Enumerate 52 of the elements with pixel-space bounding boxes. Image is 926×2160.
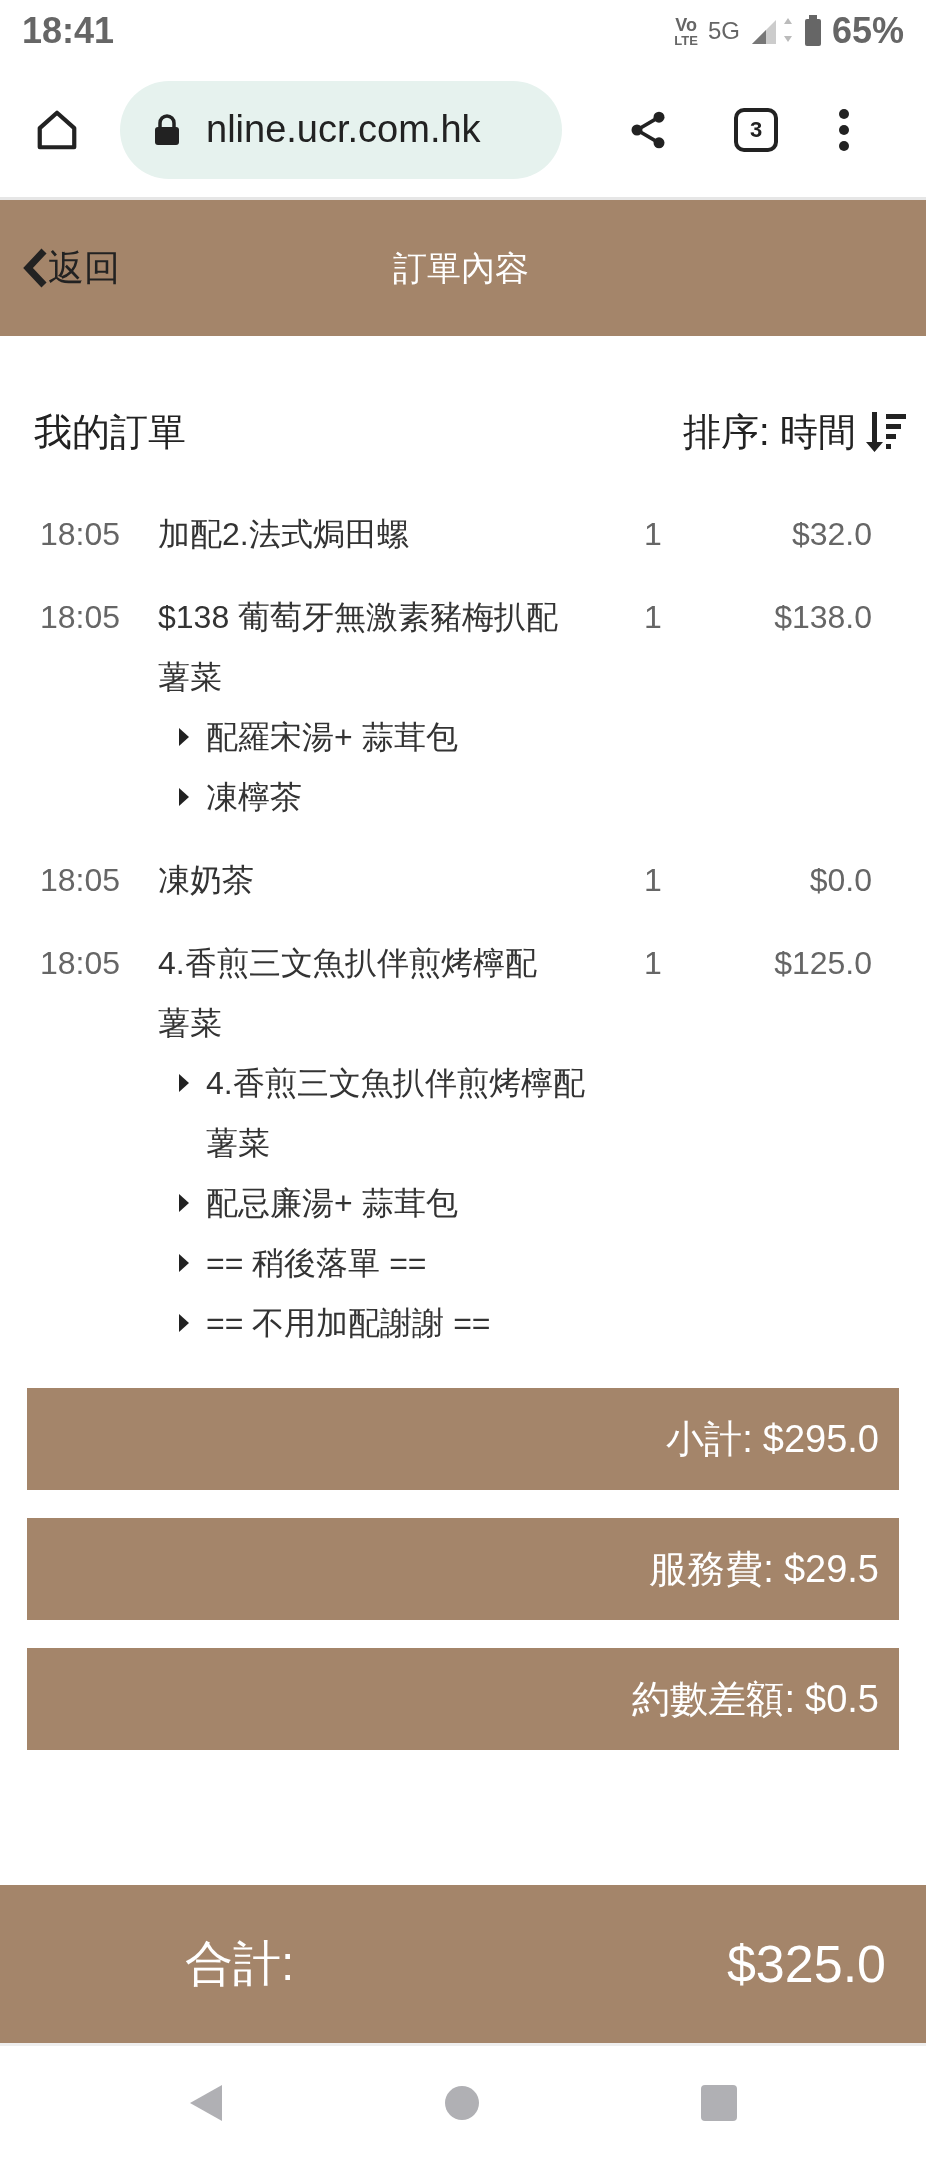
orders-heading: 我的訂單 xyxy=(34,409,186,455)
item-name: 加配2.法式焗田螺 xyxy=(158,515,410,554)
item-quantity: 1 xyxy=(643,598,663,637)
url-bar[interactable]: nline.ucr.com.hk xyxy=(120,80,562,179)
summary-label: 小計: xyxy=(666,1416,753,1462)
battery-percent: 65% xyxy=(831,9,904,53)
summary-label: 約數差額: xyxy=(632,1676,796,1722)
tab-count-button[interactable]: 3 xyxy=(734,107,778,152)
caret-right-icon xyxy=(178,727,190,747)
total-label: 合計: xyxy=(185,1936,295,1992)
item-option: 凍檸茶 xyxy=(206,767,302,827)
summary-label: 服務費: xyxy=(649,1546,774,1592)
order-time: 18:05 xyxy=(40,861,122,900)
summary-value: $295.0 xyxy=(762,1416,879,1462)
order-time: 18:05 xyxy=(40,598,122,637)
summary-value: $29.5 xyxy=(783,1546,879,1592)
item-name: 4.香煎三文魚扒伴煎烤檸配薯菜 xyxy=(158,944,538,1043)
battery-icon xyxy=(803,15,822,47)
sort-descending-icon[interactable] xyxy=(864,410,908,454)
more-icon[interactable] xyxy=(838,107,850,152)
back-button[interactable]: 返回 xyxy=(22,241,120,295)
page-title: 訂單內容 xyxy=(393,247,529,289)
summary-value: $0.5 xyxy=(805,1676,879,1722)
network-type: 5G xyxy=(707,16,740,46)
caret-right-icon xyxy=(178,1253,190,1273)
item-price: $138.0 xyxy=(773,598,872,637)
item-name: 凍奶茶 xyxy=(158,861,255,900)
status-time: 18:41 xyxy=(22,9,115,53)
item-quantity: 1 xyxy=(643,515,663,554)
item-quantity: 1 xyxy=(643,861,663,900)
item-option: 配羅宋湯+ 蒜茸包 xyxy=(206,707,458,767)
item-price: $32.0 xyxy=(790,515,872,554)
item-price: $125.0 xyxy=(773,944,872,983)
item-price: $0.0 xyxy=(808,861,872,900)
chevron-left-icon xyxy=(22,248,48,288)
item-option: 4.香煎三文魚扒伴煎烤檸配薯菜 xyxy=(206,1053,598,1173)
caret-right-icon xyxy=(178,787,190,807)
order-time: 18:05 xyxy=(40,515,122,554)
item-option: 配忌廉湯+ 蒜茸包 xyxy=(206,1173,458,1233)
caret-right-icon xyxy=(178,1073,190,1093)
caret-right-icon xyxy=(178,1313,190,1333)
item-option: == 稍後落單 == xyxy=(206,1233,427,1293)
order-time: 18:05 xyxy=(40,944,122,983)
lock-icon xyxy=(154,113,180,146)
volte-icon: Vo LTE xyxy=(674,15,698,47)
url-text: nline.ucr.com.hk xyxy=(206,107,481,152)
sort-label[interactable]: 排序: 時間 xyxy=(682,403,856,461)
item-name: $138 葡萄牙無激素豬梅扒配薯菜 xyxy=(158,598,560,697)
total-value: $325.0 xyxy=(726,1934,886,1995)
item-quantity: 1 xyxy=(643,944,663,983)
caret-right-icon xyxy=(178,1193,190,1213)
item-option: == 不用加配謝謝 == xyxy=(206,1293,491,1353)
